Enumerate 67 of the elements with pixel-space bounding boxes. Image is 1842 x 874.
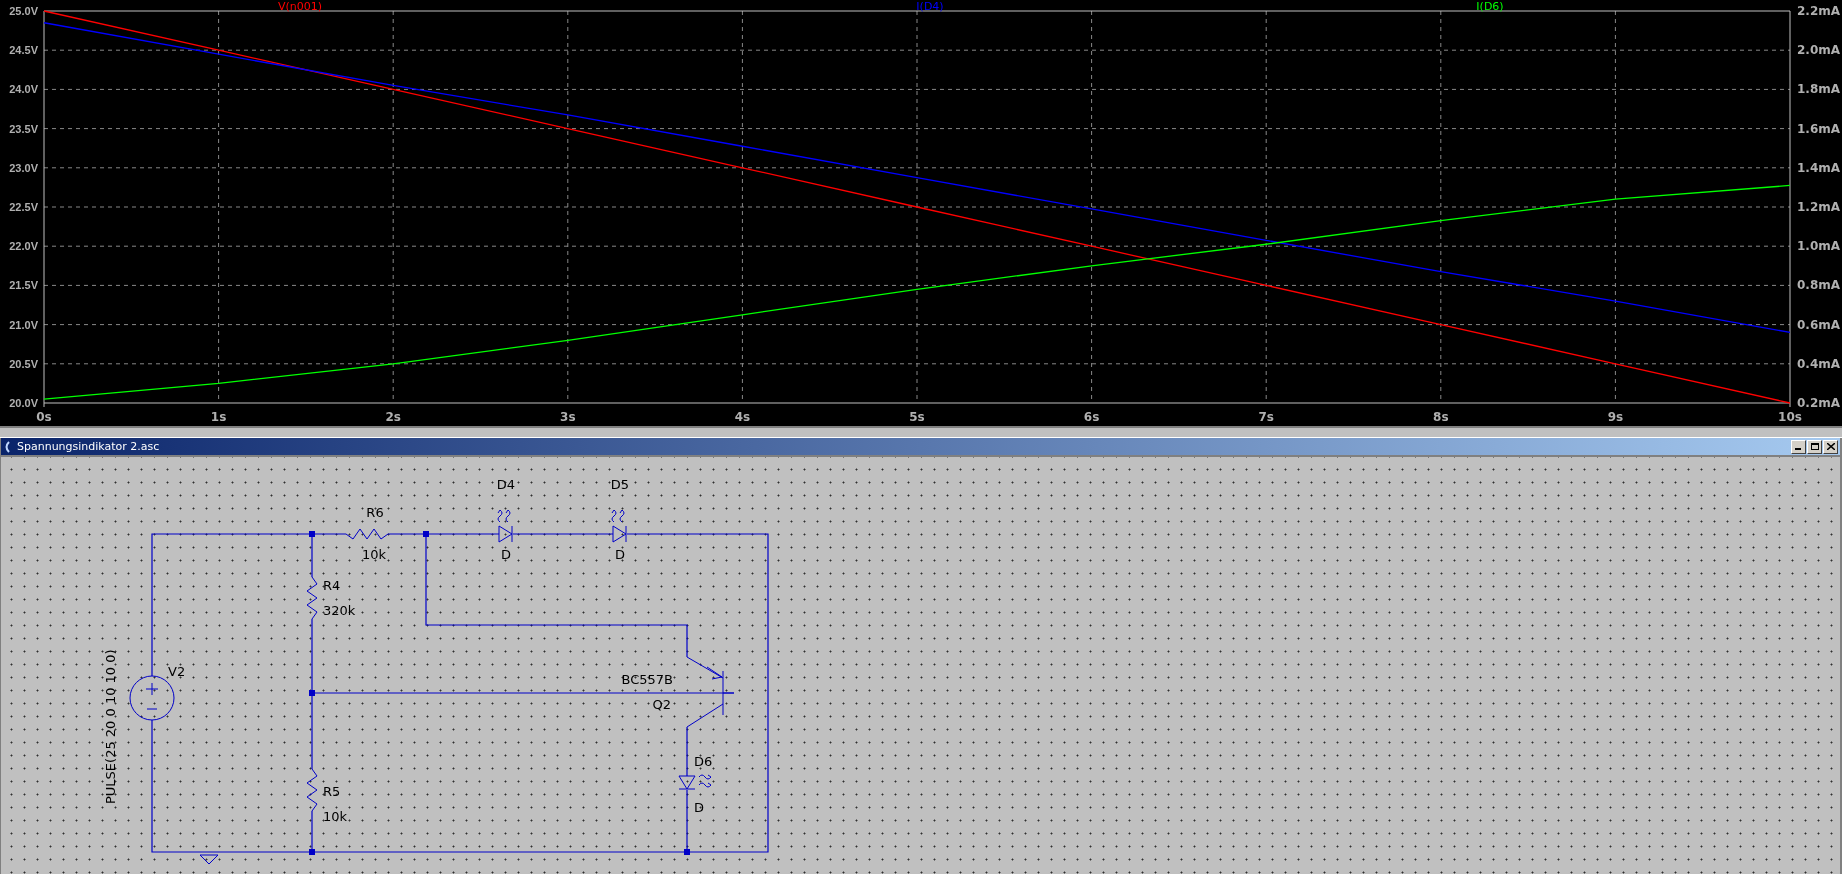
close-button[interactable] bbox=[1823, 439, 1838, 454]
component-label: D bbox=[615, 547, 625, 562]
y-tick-label: 22.0V bbox=[9, 240, 38, 253]
component-label: V2 bbox=[168, 664, 186, 679]
component-label: R5 bbox=[323, 784, 341, 799]
component-label: Q2 bbox=[652, 697, 671, 712]
component-label: 320k bbox=[323, 603, 356, 618]
y-tick-label: 0.2mA bbox=[1797, 396, 1841, 410]
resistor-drawing bbox=[345, 528, 389, 540]
y-tick-label: 0.8mA bbox=[1797, 278, 1841, 293]
y-tick-label: 0.4mA bbox=[1797, 356, 1841, 371]
x-tick-label: 8s bbox=[1433, 410, 1449, 424]
y-tick-label: 23.5V bbox=[9, 122, 38, 135]
voltage-source-drawing bbox=[129, 675, 175, 721]
y-tick-label: 2.0mA bbox=[1797, 43, 1841, 58]
component-label: D5 bbox=[610, 477, 630, 492]
x-tick-label: 10s bbox=[1778, 410, 1802, 424]
y-tick-label: 24.0V bbox=[9, 83, 38, 96]
component-label: D bbox=[501, 547, 511, 562]
y-tick-label: 25.0V bbox=[9, 5, 38, 17]
resistor-drawing bbox=[306, 576, 318, 620]
x-tick-label: 2s bbox=[385, 410, 401, 424]
x-tick-label: 4s bbox=[734, 410, 751, 424]
component-label: D bbox=[694, 800, 704, 815]
minimize-button[interactable] bbox=[1791, 439, 1806, 454]
y-tick-label: 2.2mA bbox=[1797, 4, 1841, 18]
y-tick-label: 0.6mA bbox=[1797, 317, 1841, 332]
y-tick-label: 20.0V bbox=[9, 397, 38, 409]
x-tick-label: 1s bbox=[210, 410, 227, 424]
maximize-icon bbox=[1810, 443, 1819, 450]
y-tick-label: 22.5V bbox=[9, 201, 38, 213]
trace-label[interactable]: I(D6) bbox=[1476, 0, 1504, 13]
x-tick-label: 0s bbox=[36, 410, 52, 424]
app-icon bbox=[3, 440, 11, 453]
component-label: 10k bbox=[323, 809, 348, 824]
y-tick-label: 23.0V bbox=[9, 161, 38, 174]
maximize-button[interactable] bbox=[1807, 439, 1822, 454]
x-tick-label: 6s bbox=[1083, 410, 1100, 424]
x-tick-label: 9s bbox=[1607, 410, 1624, 424]
trace-label[interactable]: V(n001) bbox=[277, 0, 323, 13]
y-tick-label: 1.6mA bbox=[1797, 121, 1841, 136]
x-tick-label: 3s bbox=[560, 410, 576, 424]
y-tick-label: 1.4mA bbox=[1797, 160, 1841, 175]
y-tick-label: 1.2mA bbox=[1797, 200, 1841, 214]
y-tick-label: 1.8mA bbox=[1797, 82, 1841, 97]
y-tick-label: 21.5V bbox=[9, 279, 38, 292]
y-tick-label: 24.5V bbox=[9, 44, 38, 57]
component-label: R6 bbox=[366, 505, 384, 520]
component-label: D4 bbox=[496, 477, 516, 492]
led-drawing bbox=[611, 509, 627, 543]
component-label: 10k bbox=[361, 547, 387, 562]
component-label: D6 bbox=[694, 754, 713, 769]
y-tick-label: 20.5V bbox=[9, 357, 38, 370]
y-tick-label: 21.0V bbox=[9, 318, 38, 331]
component-label: R4 bbox=[323, 578, 341, 593]
close-icon bbox=[1826, 443, 1835, 450]
transistor-drawing bbox=[686, 656, 735, 728]
led-drawing bbox=[497, 509, 513, 543]
component-label: BC557B bbox=[621, 672, 673, 687]
led-drawing bbox=[678, 774, 712, 790]
y-tick-label: 1.0mA bbox=[1797, 239, 1841, 254]
x-tick-label: 7s bbox=[1258, 410, 1274, 424]
ground-icon bbox=[199, 854, 219, 865]
x-tick-label: 5s bbox=[909, 410, 925, 424]
component-label: PULSE(25 20 0 10 10 0) bbox=[103, 649, 118, 804]
window-title: Spannungsindikator 2.asc bbox=[17, 440, 161, 453]
resistor-drawing bbox=[306, 768, 318, 812]
